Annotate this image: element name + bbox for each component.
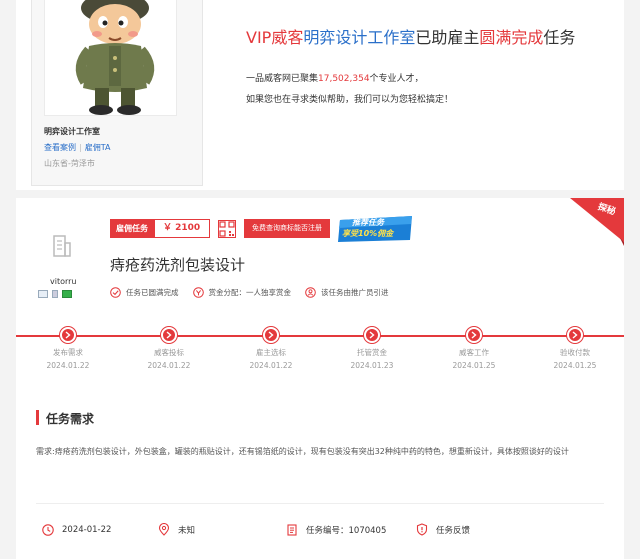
meta-date: 2024-01-22 [42, 523, 158, 536]
status-completed: 任务已圆满完成 [110, 287, 179, 298]
studio-avatar[interactable] [44, 0, 177, 116]
stat-suffix: 个专业人才， [369, 74, 424, 84]
bounty-check-icon [192, 287, 204, 298]
studio-name: 明弈设计工作室 [44, 127, 100, 136]
headline-studio[interactable]: 明弈设计工作室 [303, 28, 415, 47]
status-bounty-text: 赏金分配：一人独享赏金 [208, 288, 292, 297]
progress-step: 威客工作 2024.01.25 [429, 327, 519, 370]
phone-icon [52, 290, 58, 298]
top-section: 明弈设计工作室 查看案例 | 雇佣TA 山东省-菏泽市 VIP威客明弈设计工作室已助… [16, 0, 624, 190]
status-referral: 该任务由推广员引进 [305, 287, 389, 298]
section-accent-bar [36, 410, 39, 425]
meta-location: 未知 [158, 523, 286, 536]
chevron-right-icon [466, 327, 482, 343]
step-label: 发布需求 [53, 348, 83, 357]
progress-step: 托管赏金 2024.01.23 [327, 327, 417, 370]
chevron-right-icon [263, 327, 279, 343]
task-tag-row: 雇佣任务 ￥ 2100 免费查询商标能否注册 推荐任务 享受10%佣金 [110, 215, 414, 242]
qr-code-icon[interactable] [218, 219, 236, 238]
promo-banner[interactable]: 推荐任务 享受10%佣金 [338, 215, 414, 242]
status-bounty: 赏金分配：一人独享赏金 [192, 287, 292, 298]
step-label: 威客工作 [459, 348, 489, 357]
requirements-title: 任务需求 [46, 412, 95, 426]
employer-building-icon [53, 235, 71, 257]
step-date: 2024.01.22 [46, 361, 90, 370]
progress-step: 雇主选标 2024.01.22 [226, 327, 316, 370]
step-date: 2024.01.22 [249, 361, 293, 370]
help-line: 如果您也在寻求类似帮助，我们可以为您轻松搞定！ [246, 95, 454, 105]
document-icon [287, 523, 297, 536]
step-date: 2024.01.25 [553, 361, 597, 370]
chevron-right-icon [364, 327, 380, 343]
stat-line: 一品威客网已聚集17,502,354个专业人才， [246, 71, 424, 84]
studio-region: 山东省-菏泽市 [44, 159, 95, 168]
stat-count: 17,502,354 [318, 74, 370, 84]
chevron-right-icon [161, 327, 177, 343]
task-title: 痔疮药洗剂包装设计 [110, 256, 246, 274]
trademark-check-button[interactable]: 免费查询商标能否注册 [244, 219, 330, 238]
clock-icon [42, 523, 54, 536]
hire-link[interactable]: 雇佣TA [85, 143, 111, 152]
shield-alert-icon [416, 523, 428, 536]
id-card-icon [38, 290, 48, 298]
task-price: ￥ 2100 [154, 219, 210, 238]
meta-location-text: 未知 [178, 525, 196, 536]
promo-line-2: 享受10%佣金 [342, 228, 394, 238]
step-date: 2024.01.25 [452, 361, 496, 370]
task-feedback-link[interactable]: 任务反馈 [416, 523, 470, 536]
progress-step: 发布需求 2024.01.22 [23, 327, 113, 370]
step-label: 雇主选标 [256, 348, 286, 357]
progress-step: 验收付款 2024.01.25 [530, 327, 620, 370]
step-label: 验收付款 [560, 348, 590, 357]
task-status-row: 任务已圆满完成 赏金分配：一人独享赏金 该任务由推广员引进 [110, 287, 403, 298]
step-date: 2024.01.22 [147, 361, 191, 370]
headline: VIP威客明弈设计工作室已助雇主圆满完成任务 [246, 24, 575, 48]
employer-name[interactable]: vitorru [50, 277, 77, 286]
requirements-text: 需求:痔疮药洗剂包装设计，外包装盒，罐装的瓶贴设计，还有锡箔纸的设计，现有包装没… [36, 447, 569, 456]
check-circle-icon [110, 287, 121, 298]
meta-task-no: 任务编号：1070405 [286, 523, 416, 536]
meta-task-no-text: 任务编号：1070405 [306, 525, 387, 536]
divider [36, 503, 604, 504]
task-meta-row: 2024-01-22 未知 任务编号：1070405 任务反馈 [42, 523, 470, 536]
step-label: 威客投标 [154, 348, 184, 357]
location-pin-icon [158, 523, 170, 536]
stat-prefix: 一品威客网已聚集 [246, 74, 319, 84]
task-type-badge: 雇佣任务 [110, 219, 154, 238]
task-panel: 探秘 vitorru 雇佣任务 ￥ 2100 免费查询商标能否注册 推荐任务 享… [16, 198, 624, 559]
explore-ribbon[interactable]: 探秘 [564, 198, 624, 246]
view-cases-link[interactable]: 查看案例 [44, 143, 76, 152]
headline-vip: VIP威客 [246, 28, 304, 47]
meta-date-text: 2024-01-22 [62, 524, 112, 535]
status-completed-text: 任务已圆满完成 [126, 288, 179, 297]
progress-step: 威客投标 2024.01.22 [124, 327, 214, 370]
headline-completed: 圆满完成 [479, 28, 544, 47]
step-label: 托管赏金 [357, 348, 387, 357]
studio-card: 明弈设计工作室 查看案例 | 雇佣TA 山东省-菏泽市 [31, 0, 203, 186]
step-date: 2024.01.23 [350, 361, 394, 370]
bank-card-icon [62, 290, 72, 298]
employer-badges [38, 290, 72, 298]
chevron-right-icon [567, 327, 583, 343]
promo-line-1: 推荐任务 [352, 217, 384, 227]
headline-helped: 已助雇主 [415, 28, 480, 47]
chevron-right-icon [60, 327, 76, 343]
referral-icon [305, 287, 316, 298]
task-feedback-text: 任务反馈 [436, 525, 471, 536]
link-separator: | [79, 143, 82, 152]
headline-task: 任务 [543, 28, 576, 47]
status-referral-text: 该任务由推广员引进 [321, 288, 389, 297]
studio-links: 查看案例 | 雇佣TA [44, 142, 110, 153]
